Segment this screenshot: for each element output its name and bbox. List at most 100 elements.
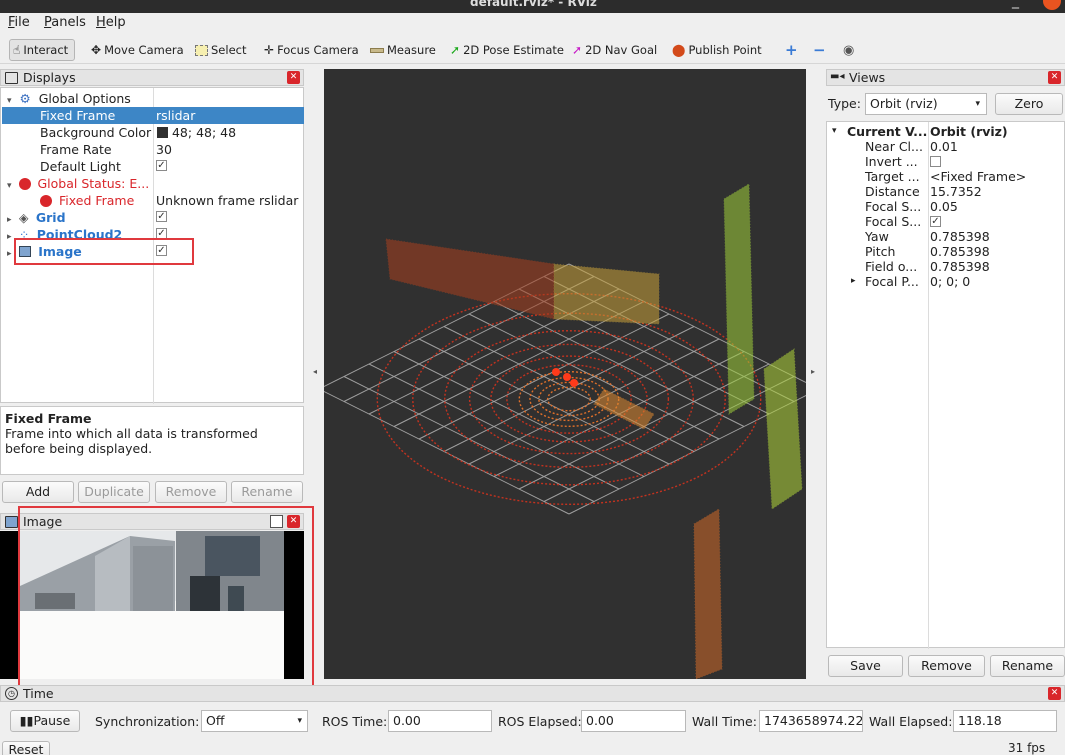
tool-select[interactable]: Select: [192, 39, 249, 61]
collapse-right-icon[interactable]: ▸: [811, 367, 815, 376]
tool-2d-pose-estimate[interactable]: ➚ 2D Pose Estimate: [447, 39, 567, 61]
tool-focus-camera[interactable]: ✛ Focus Camera: [261, 39, 362, 61]
rviz-window: default.rviz* - RViz _ File Panels Help …: [0, 0, 1065, 755]
tool-focus-camera-label: Focus Camera: [277, 43, 359, 57]
save-view-button[interactable]: Save: [828, 655, 903, 677]
ros-time-field[interactable]: 0.00: [388, 710, 492, 732]
tree-row-frame-rate[interactable]: Frame Rate: [40, 141, 112, 158]
close-time-icon[interactable]: ✕: [1048, 687, 1061, 700]
minimize-icon[interactable]: _: [1012, 0, 1019, 9]
tool-2d-nav-goal[interactable]: ➚ 2D Nav Goal: [569, 39, 660, 61]
view-prop-row[interactable]: Current V...: [847, 124, 927, 139]
row-label: Global Options: [38, 91, 131, 106]
rename-view-button[interactable]: Rename: [990, 655, 1065, 677]
view-prop-row[interactable]: Field o...: [865, 259, 917, 274]
ros-elapsed-field[interactable]: 0.00: [581, 710, 686, 732]
tree-row-fixed-frame[interactable]: Fixed Frame rslidar: [2, 107, 304, 124]
view-prop-row[interactable]: Focal P...: [865, 274, 919, 289]
tool-interact[interactable]: ☝ Interact: [9, 39, 75, 61]
views-header: ▬◂ Views ✕: [826, 69, 1065, 86]
view-prop-value[interactable]: 0.785398: [930, 229, 990, 244]
view-prop-value[interactable]: <Fixed Frame>: [930, 169, 1026, 184]
view-prop-value[interactable]: 0.05: [930, 199, 958, 214]
grid-checkbox[interactable]: ✓: [156, 211, 167, 222]
hand-icon: ☝: [13, 43, 21, 57]
add-button[interactable]: Add: [2, 481, 74, 503]
view-prop-value[interactable]: 0; 0; 0: [930, 274, 970, 289]
wall-time-field[interactable]: 1743658974.22: [759, 710, 863, 732]
menu-panels[interactable]: Panels: [44, 15, 86, 30]
view-prop-row[interactable]: Focal S...: [865, 214, 921, 229]
tool-publish-point[interactable]: ⬤ Publish Point: [669, 39, 765, 61]
view-type-label: Type:: [828, 96, 861, 111]
view-type-select[interactable]: Orbit (rviz) ▾: [865, 93, 987, 115]
minus-icon[interactable]: −: [810, 39, 829, 61]
tree-row-background-color[interactable]: Background Color: [40, 124, 151, 141]
wall-elapsed-field[interactable]: 118.18: [953, 710, 1057, 732]
view-prop-value[interactable]: 0.785398: [930, 244, 990, 259]
floor-points: [593, 388, 655, 430]
background-color-value[interactable]: 48; 48; 48: [157, 124, 236, 141]
close-window-button[interactable]: [1043, 0, 1061, 10]
fixed-frame-value[interactable]: rslidar: [156, 107, 195, 124]
pointcloud-render[interactable]: [324, 69, 806, 679]
view-prop-row[interactable]: Pitch: [865, 244, 895, 259]
ros-elapsed-label: ROS Elapsed:: [498, 714, 582, 729]
tree-row-status-fixed-frame[interactable]: Fixed Frame: [40, 192, 134, 209]
help-text: Frame into which all data is transformed…: [5, 426, 258, 456]
view-prop-row[interactable]: Distance: [865, 184, 920, 199]
wall-points: [385, 238, 555, 320]
view-prop-checkbox[interactable]: ✓: [930, 216, 941, 227]
tree-row-default-light[interactable]: Default Light: [40, 158, 121, 175]
tree-row-grid[interactable]: ▸ ◈ Grid: [7, 209, 66, 226]
duplicate-button[interactable]: Duplicate: [78, 481, 150, 503]
menu-file[interactable]: File: [8, 15, 30, 30]
chevron-right-icon[interactable]: ▸: [851, 274, 856, 289]
sensor-origin-marker: [563, 373, 571, 381]
help-box: Fixed Frame Frame into which all data is…: [0, 406, 304, 475]
clock-icon: ◷: [5, 687, 18, 700]
view-prop-value[interactable]: Orbit (rviz): [930, 124, 1008, 139]
rename-display-button[interactable]: Rename: [231, 481, 303, 503]
reset-button[interactable]: Reset: [2, 741, 50, 755]
view-prop-row[interactable]: Near Cl...: [865, 139, 923, 154]
chevron-down-icon[interactable]: ▾: [832, 124, 837, 139]
tool-measure[interactable]: Measure: [367, 39, 439, 61]
pause-label: Pause: [33, 713, 71, 728]
menu-help[interactable]: Help: [96, 15, 126, 30]
chevron-down-icon: ▾: [975, 99, 980, 109]
map-pin-icon: ⬤: [672, 43, 686, 57]
zero-button[interactable]: Zero: [995, 93, 1063, 115]
view-prop-value[interactable]: 0.785398: [930, 259, 990, 274]
remove-display-button[interactable]: Remove: [155, 481, 227, 503]
view-prop-row[interactable]: Yaw: [865, 229, 889, 244]
view-prop-row[interactable]: Focal S...: [865, 199, 921, 214]
tree-row-global-status[interactable]: ▾ Global Status: E...: [7, 175, 149, 192]
help-title: Fixed Frame: [5, 411, 92, 426]
render-viewport[interactable]: [324, 69, 806, 679]
tool-move-camera[interactable]: ✥ Move Camera: [88, 39, 187, 61]
tree-row-global-options[interactable]: ▾ ⚙ Global Options: [7, 90, 131, 107]
view-prop-value[interactable]: 0.01: [930, 139, 958, 154]
view-prop-value[interactable]: 15.7352: [930, 184, 982, 199]
default-light-checkbox[interactable]: ✓: [156, 160, 167, 171]
view-prop-row[interactable]: Target ...: [865, 169, 920, 184]
pose-arrow-icon: ➚: [450, 43, 461, 57]
remove-view-button[interactable]: Remove: [908, 655, 985, 677]
frame-rate-value[interactable]: 30: [156, 141, 172, 158]
title-bar: default.rviz* - RViz _: [0, 0, 1065, 13]
plus-icon[interactable]: +: [782, 39, 801, 61]
view-prop-row[interactable]: Invert ...: [865, 154, 918, 169]
eye-icon[interactable]: ◉: [840, 39, 857, 61]
collapse-left-icon[interactable]: ◂: [313, 367, 317, 376]
close-displays-icon[interactable]: ✕: [287, 71, 300, 84]
status-fixed-frame-value: Unknown frame rslidar: [156, 193, 299, 208]
tool-measure-label: Measure: [387, 43, 436, 57]
sync-label: Synchronization:: [95, 714, 200, 729]
view-prop-checkbox[interactable]: [930, 156, 941, 167]
sync-select[interactable]: Off ▾: [201, 710, 308, 732]
pause-button[interactable]: ▮▮Pause: [10, 710, 80, 732]
goal-arrow-icon: ➚: [572, 43, 583, 57]
close-views-icon[interactable]: ✕: [1048, 71, 1061, 84]
color-swatch: [157, 127, 168, 138]
